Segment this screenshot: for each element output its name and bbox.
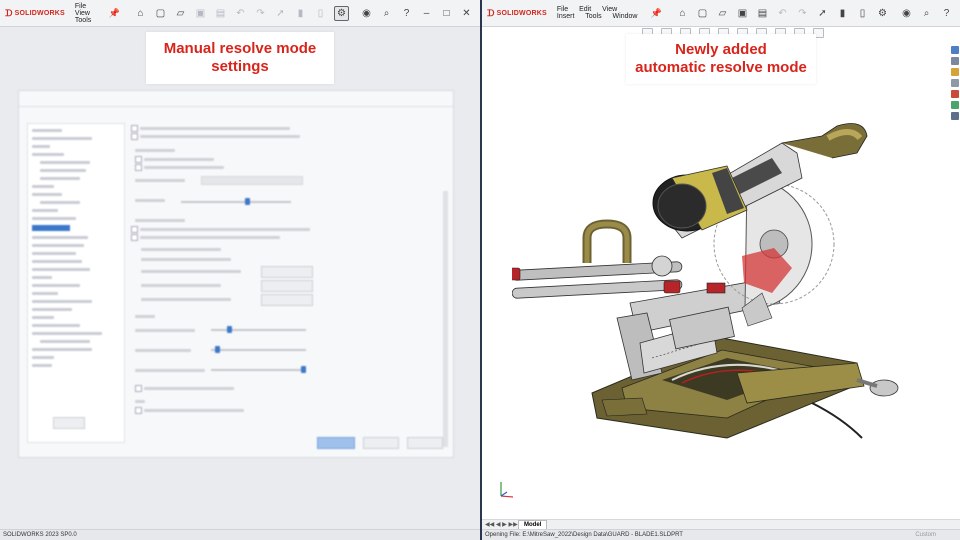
account-icon[interactable]: ◉ (900, 7, 913, 20)
select-icon[interactable]: ➚ (816, 7, 829, 20)
right-menu-bar: File Edit View Insert Tools Window (557, 6, 651, 20)
print-icon[interactable]: ▤ (756, 7, 769, 20)
menu-edit[interactable]: Edit (579, 6, 591, 13)
file-props-icon[interactable]: ▯ (314, 7, 327, 20)
options-icon[interactable]: ⚙ (876, 7, 889, 20)
left-window: ᗪ SOLIDWORKS File View Tools 📌 ⌂ ▢ ▱ ▣ ▤… (0, 0, 480, 540)
menu-insert[interactable]: Insert (557, 13, 575, 20)
save-icon[interactable]: ▣ (736, 7, 749, 20)
left-toolbar: ⌂ ▢ ▱ ▣ ▤ ↶ ↷ ➚ ▮ ▯ ⚙ ◉ ⌕ ? – □ ✕ (134, 5, 480, 21)
custom-properties-icon[interactable] (951, 101, 959, 109)
right-status-text: Opening File: E:\MitreSaw_2022\Design Da… (485, 532, 683, 538)
pin-icon-right[interactable]: 📌 (651, 8, 662, 19)
help-button[interactable] (407, 437, 443, 449)
app-name: SOLIDWORKS (14, 9, 65, 17)
rebuild-icon[interactable]: ▮ (294, 7, 307, 20)
right-callout: Newly added automatic resolve mode (626, 34, 816, 84)
left-menu-bar: File View Tools (75, 3, 109, 24)
resources-icon[interactable] (951, 46, 959, 54)
print-icon[interactable]: ▤ (214, 7, 227, 20)
close-icon[interactable]: ✕ (460, 7, 473, 20)
left-callout-line2: settings (211, 58, 269, 75)
left-callout: Manual resolve mode settings (146, 32, 334, 84)
left-statusbar: SOLIDWORKS 2023 SP0.0 (0, 529, 480, 540)
tab-scroll-icons[interactable]: ◀◀ ◀ ▶ ▶▶ (485, 521, 518, 528)
options-icon[interactable]: ⚙ (334, 5, 349, 21)
slider-knob[interactable] (245, 198, 250, 205)
left-titlebar: ᗪ SOLIDWORKS File View Tools 📌 ⌂ ▢ ▱ ▣ ▤… (0, 0, 480, 27)
app-name-right: SOLIDWORKS (496, 9, 547, 17)
file-props-icon[interactable]: ▯ (856, 7, 869, 20)
menu-view[interactable]: View (602, 6, 617, 13)
undo-icon[interactable]: ↶ (776, 7, 789, 20)
units-status[interactable]: Custom (915, 530, 936, 540)
right-titlebar: ᗪ SOLIDWORKS File Edit View Insert Tools… (482, 0, 960, 27)
select-icon[interactable]: ➚ (274, 7, 287, 20)
document-tab-bar (482, 519, 960, 529)
dialog-title-bar (19, 91, 453, 107)
minimize-icon[interactable]: – (420, 7, 433, 20)
menu-tools[interactable]: Tools (75, 17, 91, 24)
redo-icon[interactable]: ↷ (254, 7, 267, 20)
right-callout-line1: Newly added (675, 41, 767, 58)
selected-tree-item[interactable] (32, 225, 70, 231)
search-icon[interactable]: ⌕ (920, 7, 933, 20)
help-icon[interactable]: ? (940, 7, 953, 20)
redo-icon[interactable]: ↷ (796, 7, 809, 20)
options-body (131, 123, 436, 441)
rebuild-icon[interactable]: ▮ (836, 7, 849, 20)
solidworks-logo-right: ᗪ SOLIDWORKS (487, 8, 547, 19)
open-icon[interactable]: ▱ (174, 7, 187, 20)
account-icon[interactable]: ◉ (360, 7, 373, 20)
undo-icon[interactable]: ↶ (234, 7, 247, 20)
new-doc-icon[interactable]: ▢ (154, 7, 167, 20)
ok-button[interactable] (317, 437, 355, 449)
file-explorer-icon[interactable] (951, 68, 959, 76)
mitre-saw-model[interactable] (512, 118, 942, 448)
design-library-icon[interactable] (951, 57, 959, 65)
menu-tools[interactable]: Tools (585, 13, 601, 20)
new-doc-icon[interactable]: ▢ (696, 7, 709, 20)
ds-logo-icon: ᗪ (5, 7, 13, 18)
reset-button[interactable] (53, 417, 85, 429)
reference-triad (500, 482, 514, 498)
system-options-dialog (18, 90, 454, 458)
ds-logo-icon-right: ᗪ (487, 7, 495, 18)
maximize-icon[interactable]: □ (440, 7, 453, 20)
right-statusbar: Opening File: E:\MitreSaw_2022\Design Da… (482, 529, 960, 540)
tab-model[interactable]: Model (518, 520, 548, 529)
left-callout-line1: Manual resolve mode (163, 40, 317, 57)
menu-window[interactable]: Window (613, 13, 638, 20)
task-pane (950, 46, 960, 123)
appearances-icon[interactable] (951, 90, 959, 98)
left-status-text: SOLIDWORKS 2023 SP0.0 (3, 532, 77, 538)
right-toolbar: ⌂ ▢ ▱ ▣ ▤ ↶ ↷ ➚ ▮ ▯ ⚙ ◉ ⌕ ? (676, 7, 960, 20)
right-window: ᗪ SOLIDWORKS File Edit View Insert Tools… (482, 0, 960, 540)
right-callout-line2: automatic resolve mode (635, 59, 807, 76)
dialog-scrollbar[interactable] (443, 191, 448, 447)
forum-icon[interactable] (951, 112, 959, 120)
home-icon[interactable]: ⌂ (134, 7, 147, 20)
menu-view[interactable]: View (75, 10, 90, 17)
open-icon[interactable]: ▱ (716, 7, 729, 20)
pin-icon[interactable]: 📌 (109, 8, 120, 19)
cancel-button[interactable] (363, 437, 399, 449)
menu-file[interactable]: File (557, 6, 568, 13)
search-icon[interactable]: ⌕ (380, 7, 393, 20)
home-icon[interactable]: ⌂ (676, 7, 689, 20)
save-icon[interactable]: ▣ (194, 7, 207, 20)
solidworks-logo: ᗪ SOLIDWORKS (5, 8, 65, 19)
help-icon[interactable]: ? (400, 7, 413, 20)
options-tree (27, 123, 125, 443)
menu-file[interactable]: File (75, 3, 86, 10)
view-palette-icon[interactable] (951, 79, 959, 87)
